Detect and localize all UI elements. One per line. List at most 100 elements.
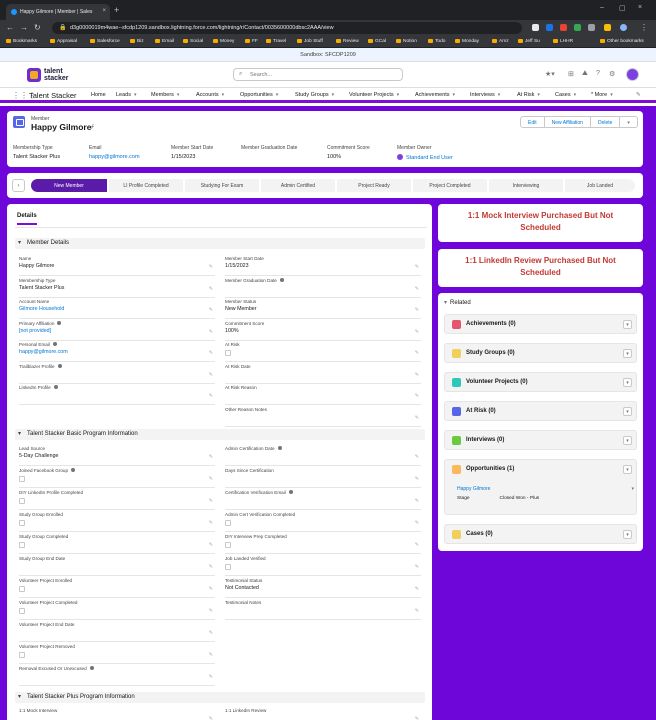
close-tab-icon[interactable]: × [102,8,106,14]
address-bar[interactable]: 🔒 d3g0000019m4wae--sfcdp1209.sandbox.lig… [52,22,522,34]
info-icon[interactable] [89,666,94,670]
nav-item-accounts[interactable]: Accounts ▾ [196,92,224,98]
setup-gear-icon[interactable]: ⚙ [609,70,615,78]
edit-pencil-icon[interactable]: ✎ [415,542,419,548]
edit-pencil-icon[interactable]: ✎ [209,586,213,592]
path-step[interactable]: New Member [31,179,107,192]
nav-item-study-groups[interactable]: Study Groups ▾ [295,92,334,98]
related-list-title[interactable]: At Risk (0) [466,408,496,414]
related-list-menu-icon[interactable]: ▾ [623,530,632,539]
edit-pencil-icon[interactable]: ✎ [209,520,213,526]
edit-pencil-icon[interactable]: ✎ [415,350,419,356]
path-step[interactable]: Project Completed [413,179,487,192]
extension-icon[interactable] [532,24,539,31]
info-icon[interactable] [288,490,293,494]
related-list-title[interactable]: Achievements (0) [466,321,516,327]
bookmark-item[interactable]: Amz [492,39,509,44]
edit-pencil-icon[interactable]: ✎ [415,564,419,570]
edit-pencil-icon[interactable]: ✎ [209,307,213,313]
nav-item-achievements[interactable]: Achievements ▾ [415,92,455,98]
nav-item-interviews[interactable]: Interviews ▾ [470,92,500,98]
global-actions-icon[interactable]: ⊞ [568,70,574,78]
bookmark-item[interactable]: GCal [368,39,386,44]
field-value[interactable]: [not provided] [19,328,215,334]
edit-pencil-icon[interactable]: ✎ [415,454,419,460]
bookmark-item[interactable]: Appraisal [50,39,77,44]
related-list-title[interactable]: Volunteer Projects (0) [466,379,528,385]
related-list-title[interactable]: Interviews (0) [466,437,504,443]
related-list-title[interactable]: Cases (0) [466,531,493,537]
field-value[interactable]: Gilmore Household [19,306,215,312]
related-list-menu-icon[interactable]: ▾ [623,349,632,358]
related-list-title[interactable]: Opportunities (1) [466,466,514,472]
edit-pencil-icon[interactable]: ✎ [209,674,213,680]
field-value[interactable]: happy@gilmore.com [19,349,215,355]
hierarchy-icon[interactable]: ᚋ [91,123,94,130]
related-list-title[interactable]: Study Groups (0) [466,350,515,356]
related-list-menu-icon[interactable]: ▾ [623,320,632,329]
info-icon[interactable] [279,277,284,282]
bookmark-item[interactable]: Review [336,39,359,44]
path-step[interactable]: Project Ready [337,179,411,192]
nav-item-home[interactable]: Home [91,92,106,98]
nav-item-leads[interactable]: Leads ▾ [116,92,137,98]
bookmark-item[interactable]: Jeff Su [518,39,540,44]
edit-pencil-icon[interactable]: ✎ [415,286,419,292]
profile-icon[interactable] [620,24,627,31]
path-step[interactable]: Admin Certified [261,179,335,192]
edit-pencil-icon[interactable]: ✎ [209,372,213,378]
edit-pencil-icon[interactable]: ✎ [209,564,213,570]
bookmark-item[interactable]: LHHR [553,39,573,44]
info-icon[interactable] [71,468,76,472]
related-list-menu-icon[interactable]: ▾ [623,378,632,387]
edit-pencil-icon[interactable]: ✎ [209,286,213,292]
info-icon[interactable] [53,385,58,389]
edit-pencil-icon[interactable]: ✎ [209,498,213,504]
edit-pencil-icon[interactable]: ✎ [415,716,419,720]
edit-pencil-icon[interactable]: ✎ [415,264,419,270]
reload-icon[interactable]: ↻ [34,23,41,32]
extension-icon[interactable] [588,24,595,31]
minimize-icon[interactable]: – [600,4,604,11]
edit-pencil-icon[interactable]: ✎ [209,393,213,399]
bookmark-item[interactable]: Bookmarks [6,39,37,44]
section-plus-program[interactable]: Talent Stacker Plus Program Information [15,692,425,703]
edit-pencil-icon[interactable]: ✎ [415,586,419,592]
help-icon[interactable]: ? [596,70,600,77]
path-step[interactable]: Job Landed [565,179,635,192]
trailhead-icon[interactable]: ⛰ [582,70,588,78]
bookmark-item[interactable]: Money [213,39,234,44]
edit-nav-icon[interactable]: ✎ [636,92,641,98]
edit-pencil-icon[interactable]: ✎ [415,415,419,421]
new-tab-icon[interactable]: + [114,5,119,15]
related-list-menu-icon[interactable]: ▾ [623,407,632,416]
nav-item-volunteer-projects[interactable]: Volunteer Projects ▾ [349,92,399,98]
bookmark-item[interactable]: FF [245,39,258,44]
bookmark-item[interactable]: Job Stuff [297,39,323,44]
user-avatar[interactable] [626,68,639,81]
edit-pencil-icon[interactable]: ✎ [415,498,419,504]
edit-pencil-icon[interactable]: ✎ [415,608,419,614]
related-list-menu-icon[interactable]: ▾ [623,465,632,474]
forward-icon[interactable]: → [20,23,28,32]
path-step[interactable]: Interviewing [489,179,563,192]
info-icon[interactable] [52,342,57,346]
tab-details[interactable]: Details [17,213,37,225]
edit-pencil-icon[interactable]: ✎ [415,307,419,313]
info-icon[interactable] [57,363,62,368]
extension-icon[interactable] [574,24,581,31]
edit-pencil-icon[interactable]: ✎ [415,520,419,526]
edit-pencil-icon[interactable]: ✎ [209,264,213,270]
new-affiliation-button[interactable]: New Affiliation [543,116,591,128]
edit-pencil-icon[interactable]: ✎ [209,542,213,548]
edit-pencil-icon[interactable]: ✎ [415,372,419,378]
nav-item-opportunities[interactable]: Opportunities ▾ [240,92,278,98]
info-icon[interactable] [57,320,62,325]
edit-pencil-icon[interactable]: ✎ [209,652,213,658]
browser-menu-icon[interactable]: ⋮ [640,23,648,32]
section-member-details[interactable]: Member Details [15,238,425,249]
bookmark-item[interactable]: Social [183,39,203,44]
bookmark-item[interactable]: Salesforce [90,39,120,44]
opportunity-link[interactable]: Happy Gilmore [457,486,632,492]
edit-pencil-icon[interactable]: ✎ [415,476,419,482]
